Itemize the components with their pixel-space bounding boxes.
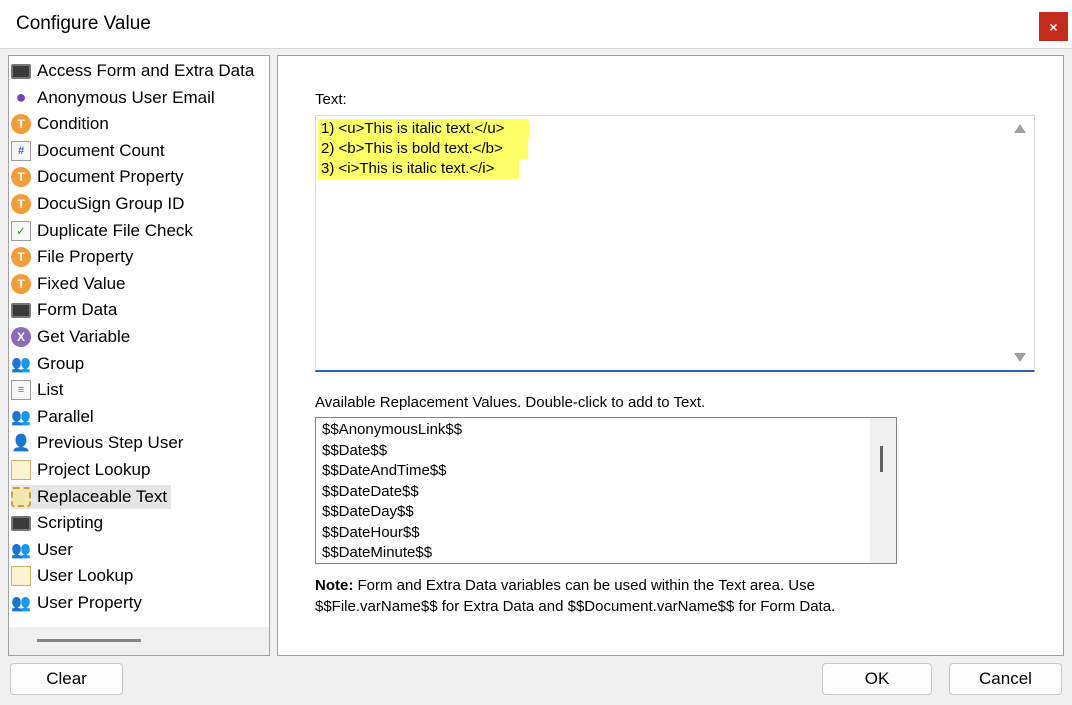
orange-t-icon: T: [11, 194, 31, 214]
purple-x-icon: X: [11, 327, 31, 347]
sidebar-item[interactable]: T Fixed Value: [11, 272, 130, 296]
users-icon: 👥: [11, 408, 31, 426]
sidebar-item[interactable]: User Lookup: [11, 564, 137, 588]
sidebar-item[interactable]: X Get Variable: [11, 325, 134, 349]
value-type-list[interactable]: Access Form and Extra Data ● Anonymous Use…: [8, 55, 270, 656]
sidebar-item-label: Condition: [37, 114, 109, 134]
text-line: 3) <i>This is italic text.</i>: [318, 159, 520, 179]
sidebar-item[interactable]: # Document Count: [11, 139, 169, 163]
sidebar-item-label: User Property: [37, 593, 142, 612]
scroll-down-icon[interactable]: [1014, 353, 1026, 362]
sidebar-item-label: Project Lookup: [37, 460, 151, 479]
sidebar-item[interactable]: ✓ Duplicate File Check: [11, 219, 197, 243]
list-item[interactable]: $$DateDate$$: [322, 482, 419, 502]
sidebar-item-label: Get Variable: [37, 327, 131, 346]
sidebar-item-label: Document Count: [37, 140, 165, 160]
ok-button[interactable]: OK: [822, 663, 932, 695]
orange-t-icon: T: [11, 247, 31, 268]
list-item[interactable]: $$DateAndTime$$: [322, 461, 447, 481]
sidebar-item[interactable]: 👥 Parallel: [11, 405, 98, 429]
sidebar-item-label: List: [37, 380, 64, 400]
sidebar-item-label: Form Data: [37, 300, 118, 320]
list-item[interactable]: $$DateDay$$: [322, 502, 414, 522]
sidebar-item[interactable]: 👥 User Property: [11, 591, 146, 615]
scrollbar-thumb[interactable]: [880, 446, 883, 472]
list-scrollbar[interactable]: [870, 418, 896, 563]
sidebar-item[interactable]: Access Form and Extra Data: [11, 59, 258, 83]
sidebar-item-label: File Property: [37, 247, 134, 267]
sidebar-item-label: User Lookup: [37, 566, 134, 586]
sidebar-item[interactable]: T Condition: [11, 112, 113, 136]
orange-t-icon: T: [11, 114, 31, 135]
replacement-values-list[interactable]: $$AnonymousLink$$ $$Date$$ $$DateAndTime$$…: [315, 417, 897, 564]
sidebar-item-label: Scripting: [37, 513, 104, 533]
close-icon: ×: [1049, 18, 1058, 35]
sidebar-item[interactable]: Form Data: [11, 298, 121, 322]
clear-button[interactable]: Clear: [10, 663, 123, 695]
list-item[interactable]: $$DateHour$$: [322, 523, 420, 543]
note-text: Note: Form and Extra Data variables can …: [315, 575, 1055, 617]
horizontal-scrollbar[interactable]: [9, 627, 269, 655]
window-title: Configure Value: [16, 13, 151, 34]
form-icon: [11, 63, 31, 79]
text-label: Text:: [315, 91, 347, 108]
sidebar-item[interactable]: T Document Property: [11, 165, 187, 189]
check-doc-icon: ✓: [11, 220, 31, 241]
sidebar-item[interactable]: T DocuSign Group ID: [11, 192, 188, 216]
list-item[interactable]: $$AnonymousLink$$: [322, 420, 462, 440]
sidebar-item[interactable]: Replaceable Text: [11, 484, 172, 509]
sidebar-item-label: Group: [37, 353, 85, 373]
scrollbar-thumb[interactable]: [37, 639, 141, 642]
form-icon: [11, 302, 31, 318]
sidebar-item[interactable]: ≡ List: [11, 378, 67, 402]
text-line: 1) <u>This is italic text.</u>: [318, 119, 530, 139]
sidebar-item[interactable]: ● Anonymous User Email: [11, 86, 219, 110]
sidebar-item-label: Fixed Value: [37, 273, 126, 293]
close-button[interactable]: ×: [1039, 12, 1068, 41]
sidebar-item-label: User: [37, 539, 73, 559]
users-icon: 👥: [11, 355, 31, 373]
orange-t-icon: T: [11, 273, 31, 294]
sidebar-item[interactable]: Project Lookup: [11, 458, 154, 482]
users-icon: 👥: [11, 541, 31, 559]
replace-icon: [11, 486, 31, 507]
list-item[interactable]: $$Date$$: [322, 441, 387, 461]
orange-t-icon: T: [11, 167, 31, 188]
text-line: 2) <b>This is bold text.</b>: [318, 139, 528, 159]
sidebar-item[interactable]: 👤 Previous Step User: [11, 431, 187, 455]
list-doc-icon: ≡: [11, 380, 31, 401]
sidebar-item-label: Anonymous User Email: [37, 87, 215, 107]
note-icon: [11, 566, 31, 587]
config-panel: Text: 1) <u>This is italic text.</u> 2) …: [277, 55, 1064, 656]
sidebar-item-label: Duplicate File Check: [37, 220, 193, 240]
note-line-1: Form and Extra Data variables can be use…: [353, 577, 815, 594]
person-icon: ●: [15, 87, 27, 108]
sidebar-item[interactable]: 👥 Group: [11, 352, 88, 376]
sidebar-item-label: Document Property: [37, 167, 184, 187]
sidebar-item-label: Replaceable Text: [37, 486, 168, 506]
scroll-up-icon[interactable]: [1014, 124, 1026, 133]
sidebar-item-label: Previous Step User: [37, 433, 184, 453]
note-icon: [11, 460, 31, 480]
user-doc-icon: 👤: [11, 435, 31, 453]
text-area[interactable]: 1) <u>This is italic text.</u> 2) <b>Thi…: [315, 115, 1035, 372]
title-bar: Configure Value ×: [0, 0, 1072, 49]
sidebar-item-label: Access Form and Extra Data: [37, 61, 255, 80]
hash-doc-icon: #: [11, 140, 31, 161]
list-item[interactable]: $$DateMinute$$: [322, 543, 432, 563]
sidebar-item[interactable]: Scripting: [11, 511, 107, 535]
script-icon: [11, 515, 31, 531]
sidebar-item[interactable]: T File Property: [11, 245, 137, 269]
note-line-2: $$File.varName$$ for Extra Data and $$Do…: [315, 598, 836, 615]
replacement-label: Available Replacement Values. Double-cli…: [315, 394, 706, 411]
users-icon: 👥: [11, 595, 31, 612]
sidebar-item-label: Parallel: [37, 406, 94, 426]
sidebar-item-label: DocuSign Group ID: [37, 194, 185, 213]
note-label: Note:: [315, 577, 354, 594]
sidebar-item[interactable]: 👥 User: [11, 538, 77, 562]
cancel-button[interactable]: Cancel: [949, 663, 1062, 695]
